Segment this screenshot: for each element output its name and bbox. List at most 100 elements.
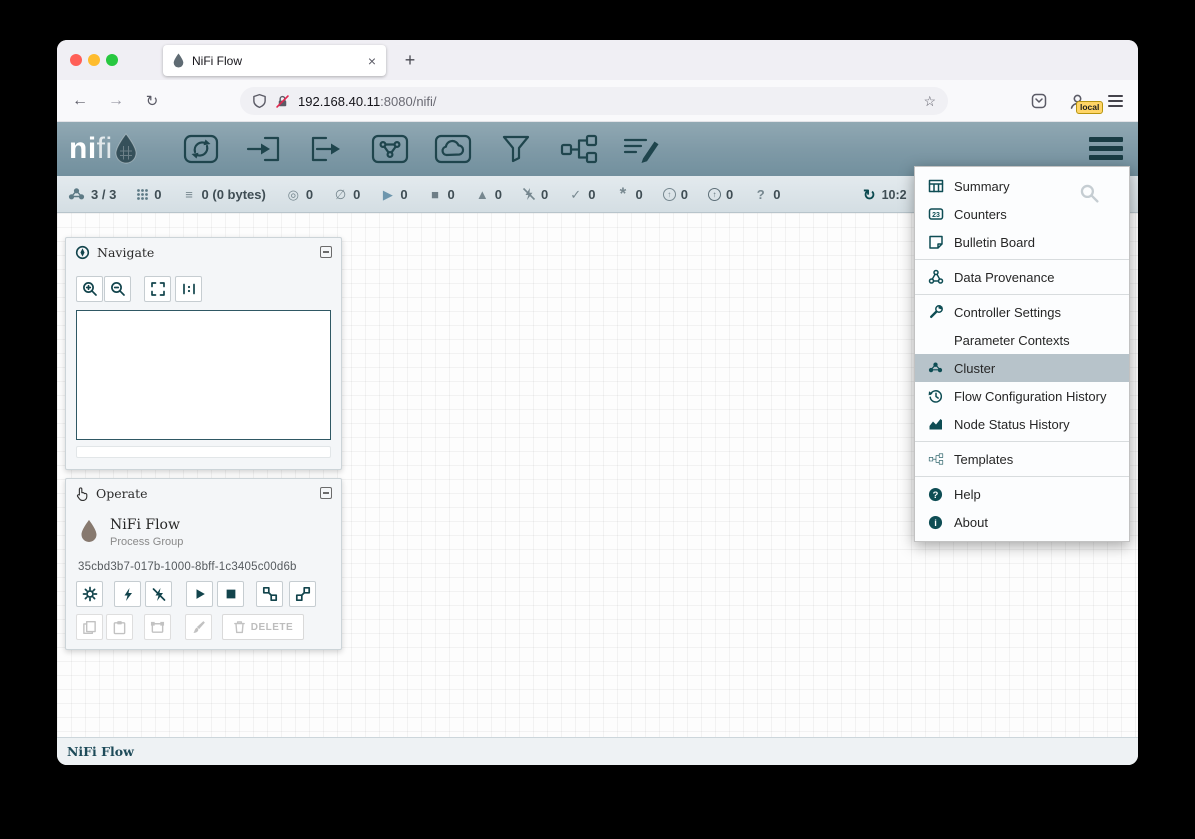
locally-modified-stale-count: 0 xyxy=(726,187,733,202)
templates-icon xyxy=(927,451,944,467)
copy-icon xyxy=(82,620,97,635)
queued-status: ≡ 0 (0 bytes) xyxy=(182,187,266,202)
zoom-out-icon xyxy=(110,281,126,297)
delete-button[interactable]: DELETE xyxy=(222,614,304,640)
running-icon: ▶ xyxy=(380,188,395,201)
global-menu: Summary 23 Counters Bulletin Board Data … xyxy=(914,166,1130,542)
zoom-out-button[interactable] xyxy=(104,276,131,302)
enable-button[interactable] xyxy=(114,581,141,607)
actual-size-button[interactable] xyxy=(175,276,202,302)
menu-item-data-provenance[interactable]: Data Provenance xyxy=(915,263,1129,291)
menu-item-about[interactable]: i About xyxy=(915,508,1129,536)
tab-close-button[interactable]: × xyxy=(368,53,376,69)
account-icon[interactable]: local xyxy=(1069,93,1086,110)
up-to-date-count: 0 xyxy=(588,187,595,202)
menu-item-templates[interactable]: Templates xyxy=(915,445,1129,473)
connected-nodes-icon xyxy=(67,187,86,202)
configuration-button[interactable] xyxy=(76,581,103,607)
stopped-count: 0 xyxy=(448,187,455,202)
locally-modified-status: * 0 xyxy=(615,187,642,202)
group-button[interactable] xyxy=(144,614,171,640)
template-out-icon xyxy=(262,586,278,602)
tab-nifi-flow[interactable]: NiFi Flow × xyxy=(163,45,386,76)
menu-item-help[interactable]: ? Help xyxy=(915,480,1129,508)
menu-item-counters[interactable]: 23 Counters xyxy=(915,200,1129,228)
window-zoom-button[interactable] xyxy=(106,54,118,66)
process-group-component-icon[interactable] xyxy=(368,133,412,165)
zoom-fit-button[interactable] xyxy=(144,276,171,302)
up-to-date-status: ✓ 0 xyxy=(568,187,595,202)
history-icon xyxy=(927,388,944,404)
refresh-icon[interactable]: ↻ xyxy=(863,186,876,204)
window-minimize-button[interactable] xyxy=(88,54,100,66)
disabled-bolt-icon xyxy=(522,187,536,201)
menu-item-flow-configuration-history[interactable]: Flow Configuration History xyxy=(915,382,1129,410)
menu-divider xyxy=(915,259,1129,260)
template-component-icon[interactable] xyxy=(557,133,601,165)
copy-button[interactable] xyxy=(76,614,103,640)
menu-item-cluster[interactable]: Cluster xyxy=(915,354,1129,382)
operate-collapse-button[interactable] xyxy=(320,487,332,499)
output-port-component-icon[interactable] xyxy=(305,133,349,165)
breadcrumb[interactable]: NiFi Flow xyxy=(67,744,134,759)
disable-button[interactable] xyxy=(145,581,172,607)
queued-count: 0 (0 bytes) xyxy=(202,187,266,202)
menu-divider xyxy=(915,294,1129,295)
nifi-logo: nifi xyxy=(69,122,139,176)
zoom-in-button[interactable] xyxy=(76,276,103,302)
stale-arrow-icon: ↑ xyxy=(663,188,676,201)
remote-process-group-component-icon[interactable] xyxy=(431,133,475,165)
forward-button[interactable]: → xyxy=(105,91,127,111)
running-status: ▶ 0 xyxy=(380,187,407,202)
navigate-collapse-button[interactable] xyxy=(320,246,332,258)
start-button[interactable] xyxy=(186,581,213,607)
label-component-icon[interactable] xyxy=(620,133,664,165)
svg-text:23: 23 xyxy=(932,212,940,219)
not-transmitting-icon: ∅ xyxy=(333,188,348,201)
toolbar-right-icons: local xyxy=(1031,80,1123,122)
birdseye-minimap[interactable] xyxy=(76,310,331,440)
create-template-button[interactable] xyxy=(256,581,283,607)
stop-button[interactable] xyxy=(217,581,244,607)
window-close-button[interactable] xyxy=(70,54,82,66)
desktop-background: NiFi Flow × + ← → ↻ 192.168.40.11:8080/n… xyxy=(0,0,1195,839)
template-in-icon xyxy=(295,586,311,602)
search-icon[interactable] xyxy=(1079,183,1100,204)
nifi-favicon xyxy=(173,53,184,68)
menu-item-bulletin-board[interactable]: Bulletin Board xyxy=(915,228,1129,256)
stale-count: 0 xyxy=(681,187,688,202)
fit-screen-icon xyxy=(150,281,166,297)
selected-component-type: Process Group xyxy=(110,536,183,548)
navigation-toolbar: ← → ↻ 192.168.40.11:8080/nifi/ ☆ xyxy=(57,80,1138,122)
minimap-scrollbar[interactable] xyxy=(76,446,331,458)
input-port-component-icon[interactable] xyxy=(242,133,286,165)
reload-button[interactable]: ↻ xyxy=(141,91,163,111)
processor-component-icon[interactable] xyxy=(179,133,223,165)
fill-color-button[interactable] xyxy=(185,614,212,640)
browser-menu-button[interactable] xyxy=(1108,95,1123,107)
menu-item-label: Templates xyxy=(954,452,1013,467)
new-tab-button[interactable]: + xyxy=(398,48,422,72)
running-count: 0 xyxy=(400,187,407,202)
bookmark-star-icon[interactable]: ☆ xyxy=(923,93,936,110)
menu-item-node-status-history[interactable]: Node Status History xyxy=(915,410,1129,438)
hand-pointer-icon xyxy=(75,486,89,501)
menu-item-controller-settings[interactable]: Controller Settings xyxy=(915,298,1129,326)
profile-badge: local xyxy=(1076,101,1103,114)
stale-status: ↑ 0 xyxy=(663,187,688,202)
url-bar[interactable]: 192.168.40.11:8080/nifi/ ☆ xyxy=(240,87,948,115)
navigate-palette-title: Navigate xyxy=(97,245,154,260)
back-button[interactable]: ← xyxy=(69,91,91,111)
tracking-protection-shield-icon[interactable] xyxy=(252,93,267,109)
paste-button[interactable] xyxy=(106,614,133,640)
svg-text:?: ? xyxy=(933,489,939,499)
threads-grid-icon xyxy=(136,188,149,201)
menu-item-parameter-contexts[interactable]: Parameter Contexts xyxy=(915,326,1129,354)
not-transmitting-count: 0 xyxy=(353,187,360,202)
pocket-icon[interactable] xyxy=(1031,93,1047,109)
breadcrumb-bar: NiFi Flow xyxy=(57,737,1138,765)
insecure-lock-icon[interactable] xyxy=(275,94,290,109)
nifi-global-menu-button[interactable] xyxy=(1089,137,1123,160)
funnel-component-icon[interactable] xyxy=(494,133,538,165)
upload-template-button[interactable] xyxy=(289,581,316,607)
